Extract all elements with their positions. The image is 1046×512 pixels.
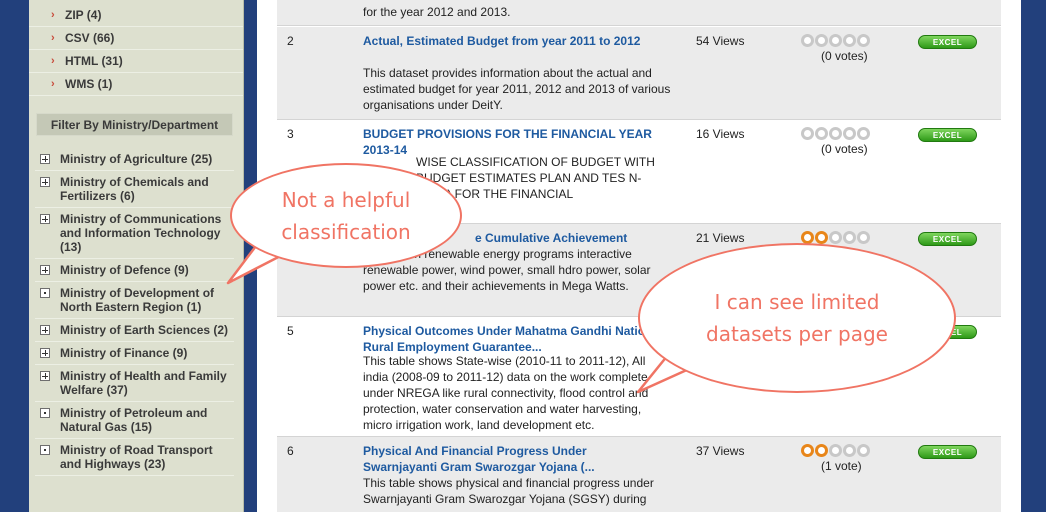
callout-tail-cover — [263, 239, 699, 368]
callout-tail-join — [263, 239, 291, 254]
callout-tail-join — [673, 351, 699, 368]
